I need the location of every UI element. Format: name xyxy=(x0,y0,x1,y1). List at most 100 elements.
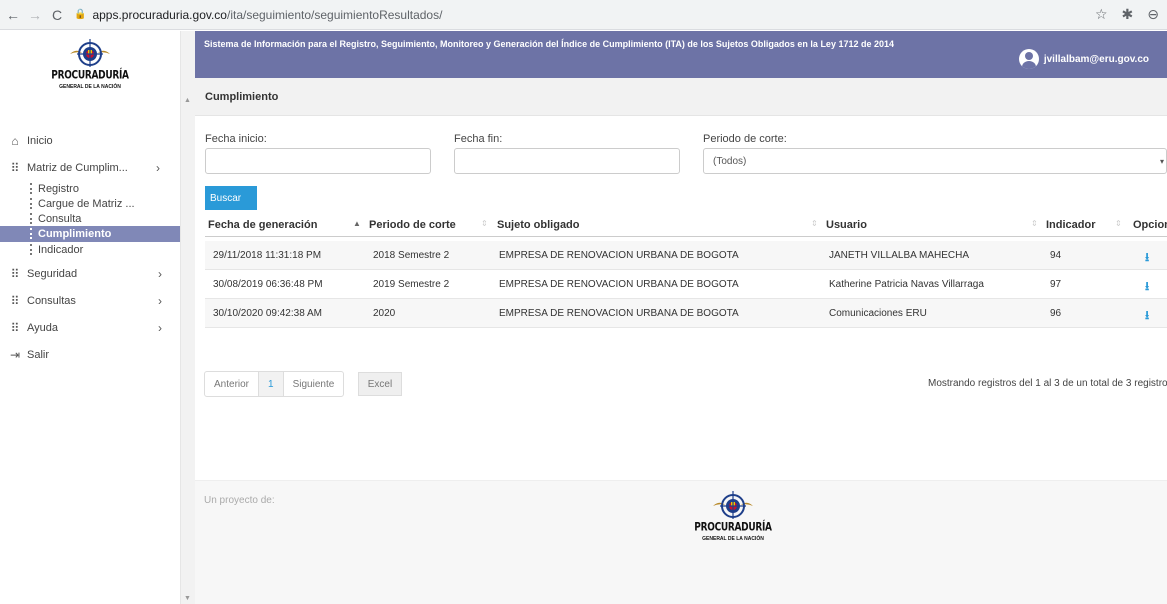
home-icon: ⌂ xyxy=(11,133,19,148)
records-info: Mostrando registros del 1 al 3 de un tot… xyxy=(928,378,1167,389)
sidebar-subitem-cargue-matriz[interactable]: Cargue de Matriz ... xyxy=(0,196,180,211)
profile-icon[interactable]: ⊖ xyxy=(1147,6,1159,23)
chevron-down-icon: ▾ xyxy=(1159,157,1164,166)
cell-periodo: 2020 xyxy=(373,308,396,319)
dotted-bar-icon xyxy=(30,183,32,194)
cell-fecha: 30/10/2020 09:42:38 AM xyxy=(213,308,322,319)
cell-sujeto: EMPRESA DE RENOVACION URBANA DE BOGOTA xyxy=(499,250,739,261)
back-icon[interactable]: ← xyxy=(4,7,22,23)
sidebar-item-label: Consultas xyxy=(27,294,76,307)
footer: Un proyecto de: PROCURADURÍA GENERAL DE … xyxy=(195,480,1167,604)
sort-icon[interactable]: ⇕ xyxy=(481,219,488,228)
col-indicador-header[interactable]: Indicador xyxy=(1046,219,1096,231)
sidebar-item-matriz[interactable]: ⠿ Matriz de Cumplim... › xyxy=(0,154,180,181)
extensions-icon[interactable]: ✱ xyxy=(1122,6,1134,23)
table-header: Fecha de generación ▲ Periodo de corte ⇕… xyxy=(205,213,1167,237)
scroll-up-icon[interactable]: ▲ xyxy=(184,97,191,104)
sidebar-item-inicio[interactable]: ⌂ Inicio xyxy=(0,127,180,154)
sidebar-subitem-cumplimiento[interactable]: Cumplimiento xyxy=(0,226,180,242)
sidebar-subitem-indicador[interactable]: Indicador xyxy=(0,242,180,257)
sidebar-subitem-registro[interactable]: Registro xyxy=(0,181,180,196)
user-menu[interactable]: jvillalbam@eru.gov.co xyxy=(1018,49,1149,69)
sidebar-menu: ⌂ Inicio ⠿ Matriz de Cumplim... › Regist… xyxy=(0,127,180,368)
sidebar-item-label: Seguridad xyxy=(27,267,78,280)
footer-logo: PROCURADURÍA GENERAL DE LA NACIÓN xyxy=(694,490,772,542)
page-number-button[interactable]: 1 xyxy=(258,372,284,396)
footer-logo-subtitle: GENERAL DE LA NACIÓN xyxy=(702,536,764,542)
reload-icon[interactable]: C xyxy=(48,7,66,23)
grid-icon: ⠿ xyxy=(10,320,20,335)
sidebar-subitem-consulta[interactable]: Consulta xyxy=(0,211,180,226)
download-icon[interactable]: ⭳ xyxy=(1145,306,1149,327)
grid-icon: ⠿ xyxy=(10,160,20,175)
sidebar-item-salir[interactable]: ⇥ Salir xyxy=(0,341,180,368)
logo-subtitle: GENERAL DE LA NACIÓN xyxy=(59,84,121,90)
table-row: 30/10/2020 09:42:38 AM 2020 EMPRESA DE R… xyxy=(205,299,1167,328)
pagination: Anterior 1 Siguiente xyxy=(204,371,345,397)
sort-icon[interactable]: ⇕ xyxy=(811,219,818,228)
chevron-right-icon: › xyxy=(158,320,162,335)
sort-icon[interactable]: ⇕ xyxy=(1115,219,1122,228)
fecha-inicio-input[interactable] xyxy=(205,148,431,174)
sidebar-item-ayuda[interactable]: ⠿ Ayuda › xyxy=(0,314,180,341)
prev-page-button[interactable]: Anterior xyxy=(205,372,258,396)
sidebar-item-consultas[interactable]: ⠿ Consultas › xyxy=(0,287,180,314)
buscar-button[interactable]: Buscar xyxy=(205,186,257,210)
sidebar-scrollbar[interactable]: ▲ ▼ xyxy=(180,31,195,604)
periodo-select[interactable]: (Todos) ▾ xyxy=(703,148,1167,174)
browser-toolbar: ← → C 🔒 apps.procuraduria.gov.co/ita/seg… xyxy=(0,0,1167,30)
download-icon[interactable]: ⭳ xyxy=(1145,248,1149,269)
dotted-bar-icon xyxy=(30,213,32,224)
col-periodo-header[interactable]: Periodo de corte xyxy=(369,219,456,231)
sort-asc-icon[interactable]: ▲ xyxy=(353,219,361,228)
cell-usuario: Comunicaciones ERU xyxy=(829,308,927,319)
chevron-right-icon: › xyxy=(158,266,162,281)
chevron-right-icon: › xyxy=(156,160,160,175)
sidebar-subitem-label: Registro xyxy=(38,182,79,195)
col-usuario-header[interactable]: Usuario xyxy=(826,219,867,231)
sidebar-logo[interactable]: PROCURADURÍA GENERAL DE LA NACIÓN xyxy=(0,31,180,97)
fecha-inicio-label: Fecha inicio: xyxy=(205,133,267,145)
download-icon[interactable]: ⭳ xyxy=(1145,277,1149,298)
footer-logo-title: PROCURADURÍA xyxy=(694,521,772,535)
cell-indicador: 94 xyxy=(1050,250,1062,261)
sort-icon[interactable]: ⇕ xyxy=(1031,219,1038,228)
sidebar: PROCURADURÍA GENERAL DE LA NACIÓN ⌂ Inic… xyxy=(0,31,180,604)
sidebar-item-label: Matriz de Cumplim... xyxy=(27,161,128,174)
user-email: jvillalbam@eru.gov.co xyxy=(1043,53,1149,65)
periodo-label: Periodo de corte: xyxy=(703,133,787,145)
col-fecha-header[interactable]: Fecha de generación xyxy=(208,219,317,231)
url-host: apps.procuraduria.gov.co xyxy=(92,7,227,22)
grid-icon: ⠿ xyxy=(10,266,20,281)
col-sujeto-header[interactable]: Sujeto obligado xyxy=(497,219,580,231)
dotted-bar-icon xyxy=(30,228,32,239)
sidebar-item-seguridad[interactable]: ⠿ Seguridad › xyxy=(0,260,180,287)
avatar xyxy=(1018,49,1039,69)
cell-sujeto: EMPRESA DE RENOVACION URBANA DE BOGOTA xyxy=(499,279,739,290)
cell-sujeto: EMPRESA DE RENOVACION URBANA DE BOGOTA xyxy=(499,308,739,319)
next-page-button[interactable]: Siguiente xyxy=(284,372,344,396)
cell-usuario: Katherine Patricia Navas Villarraga xyxy=(829,279,984,290)
forward-icon[interactable]: → xyxy=(26,7,44,23)
lock-icon: 🔒 xyxy=(74,9,87,20)
table-row: 30/08/2019 06:36:48 PM 2019 Semestre 2 E… xyxy=(205,270,1167,299)
scroll-down-icon[interactable]: ▼ xyxy=(184,595,191,602)
logo-title: PROCURADURÍA xyxy=(51,69,129,83)
sidebar-item-label: Salir xyxy=(27,348,50,361)
fecha-fin-label: Fecha fin: xyxy=(454,133,503,145)
cell-usuario: JANETH VILLALBA MAHECHA xyxy=(829,250,970,261)
fecha-fin-input[interactable] xyxy=(454,148,680,174)
excel-export-button[interactable]: Excel xyxy=(358,372,402,396)
cell-indicador: 97 xyxy=(1050,279,1062,290)
sidebar-subitem-label: Cargue de Matriz ... xyxy=(38,197,135,210)
address-bar[interactable]: 🔒 apps.procuraduria.gov.co/ita/seguimien… xyxy=(74,8,442,22)
star-icon[interactable]: ☆ xyxy=(1095,6,1108,23)
cell-periodo: 2018 Semestre 2 xyxy=(373,250,450,261)
app-header: Sistema de Información para el Registro,… xyxy=(195,31,1167,78)
sidebar-item-label: Inicio xyxy=(27,134,53,147)
url-path: /ita/seguimiento/seguimientoResultados/ xyxy=(226,7,443,22)
logout-icon: ⇥ xyxy=(9,347,21,362)
dotted-bar-icon xyxy=(30,198,32,209)
dotted-bar-icon xyxy=(30,244,32,255)
cell-fecha: 30/08/2019 06:36:48 PM xyxy=(213,279,323,290)
